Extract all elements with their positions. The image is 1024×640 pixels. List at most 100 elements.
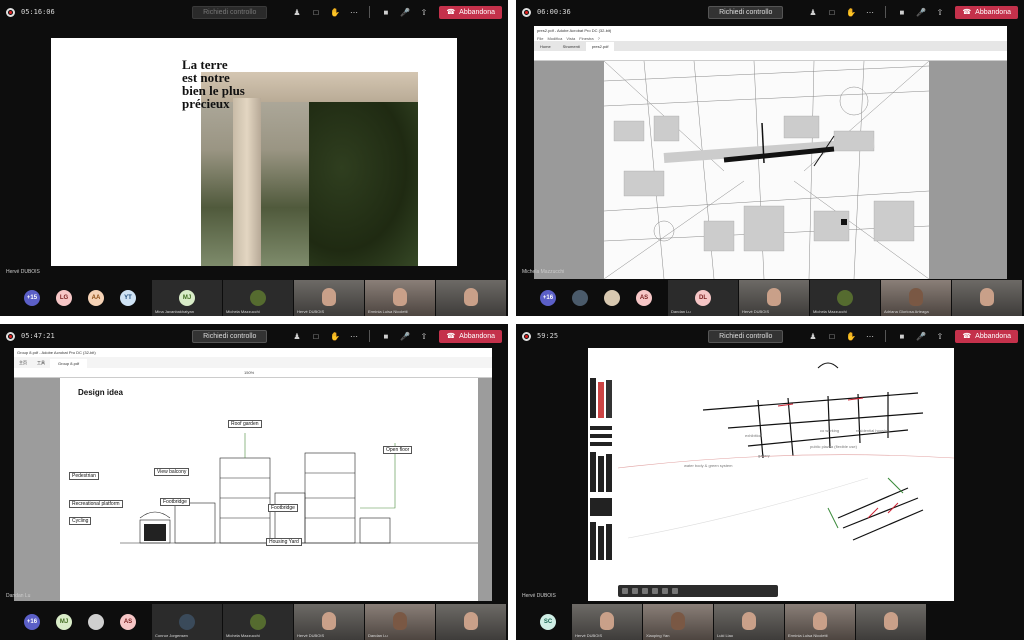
participant-photo-avatar[interactable] <box>604 290 620 306</box>
participant-avatar[interactable]: AS <box>120 614 136 630</box>
presenter-name: Dandan Lu <box>6 593 31 599</box>
raise-hand-icon[interactable]: ✋ <box>328 330 341 343</box>
camera-icon[interactable]: ■ <box>895 330 908 343</box>
request-control-button[interactable]: Richiedi controllo <box>708 329 784 343</box>
microphone-icon[interactable]: 🎤 <box>398 6 411 19</box>
microphone-icon[interactable]: 🎤 <box>398 330 411 343</box>
participant-avatar[interactable]: AS <box>636 290 652 306</box>
participant-photo-avatar[interactable] <box>88 614 104 630</box>
participant-video-tile[interactable] <box>436 604 506 640</box>
tab-home[interactable]: Home <box>534 42 557 51</box>
raise-hand-icon[interactable]: ✋ <box>328 6 341 19</box>
participant-tile[interactable]: Michela Mazzucchi <box>223 280 293 316</box>
microphone-icon[interactable]: 🎤 <box>914 330 927 343</box>
camera-icon[interactable]: ■ <box>379 6 392 19</box>
participant-tile[interactable]: MJ Mina Javanbakhatyan <box>152 280 222 316</box>
chat-icon[interactable]: □ <box>825 330 838 343</box>
participant-video-tile[interactable]: Dandan Lu <box>365 604 435 640</box>
acrobat-tabs: Home Strumenti pres2.pdf <box>534 41 1007 51</box>
participant-tile[interactable]: DL Dandan Lu <box>668 280 738 316</box>
tool-icon[interactable] <box>622 588 628 594</box>
more-participants-badge[interactable]: +16 <box>540 290 556 306</box>
participant-avatar[interactable]: MJ <box>56 614 72 630</box>
participant-video-tile[interactable] <box>436 280 506 316</box>
tool-icon[interactable] <box>662 588 668 594</box>
participant-video-tile[interactable]: Hervé DUBOIS <box>572 604 642 640</box>
tab-document[interactable]: Group 8.pdf <box>50 359 88 368</box>
menu-item[interactable]: Vista <box>566 36 575 41</box>
participant-video-tile[interactable]: Hervé DUBOIS <box>294 280 364 316</box>
more-options-icon[interactable]: ⋯ <box>863 6 876 19</box>
request-control-button[interactable]: Richiedi controllo <box>708 5 784 19</box>
participant-video-tile[interactable]: Xiaoping Yan <box>643 604 713 640</box>
chat-icon[interactable]: □ <box>825 6 838 19</box>
leave-button[interactable]: ☎ Abbandona <box>955 5 1018 19</box>
participant-video-tile[interactable]: Hervé DUBOIS <box>294 604 364 640</box>
meeting-timer: 05:16:06 <box>21 8 55 16</box>
participant-tile[interactable]: Connor Jorgensen <box>152 604 222 640</box>
more-options-icon[interactable]: ⋯ <box>347 330 360 343</box>
share-screen-icon[interactable]: ⇧ <box>417 6 430 19</box>
tab-tools[interactable]: 工具 <box>32 358 50 368</box>
phone-icon: ☎ <box>962 9 972 16</box>
more-participants-badge[interactable]: +15 <box>24 290 40 306</box>
camera-icon[interactable]: ■ <box>379 330 392 343</box>
participant-video-tile[interactable] <box>856 604 926 640</box>
participant-name: Hervé DUBOIS <box>297 633 325 638</box>
participant-video-tile[interactable]: Hervé DUBOIS <box>739 280 809 316</box>
participant-avatar[interactable]: LG <box>56 290 72 306</box>
participant-video-tile[interactable]: Erminia Luisa Nicoletti <box>785 604 855 640</box>
camera-icon[interactable]: ■ <box>895 6 908 19</box>
tab-tools[interactable]: Strumenti <box>557 42 586 51</box>
more-options-icon[interactable]: ⋯ <box>863 330 876 343</box>
tab-home[interactable]: 主页 <box>14 358 32 368</box>
menu-item[interactable]: Finestra <box>579 36 593 41</box>
participant-photo-avatar[interactable] <box>572 290 588 306</box>
participant-avatar[interactable]: AA <box>88 290 104 306</box>
tool-icon[interactable] <box>672 588 678 594</box>
menu-item[interactable]: ? <box>598 36 600 41</box>
tool-icon[interactable] <box>642 588 648 594</box>
microphone-icon[interactable]: 🎤 <box>914 6 927 19</box>
menu-item[interactable]: Modifica <box>547 36 562 41</box>
chat-icon[interactable]: □ <box>309 6 322 19</box>
participants-icon[interactable]: ♟ <box>806 6 819 19</box>
toolbar-divider <box>369 6 371 18</box>
raise-hand-icon[interactable]: ✋ <box>844 330 857 343</box>
participant-avatar[interactable]: YT <box>120 290 136 306</box>
menu-item[interactable]: File <box>537 36 543 41</box>
raise-hand-icon[interactable]: ✋ <box>844 6 857 19</box>
zoom-level[interactable]: 150% <box>244 370 254 375</box>
participant-tile[interactable]: Michela Mazzucchi <box>223 604 293 640</box>
participant-avatar[interactable]: SC <box>540 614 556 630</box>
chat-icon[interactable]: □ <box>309 330 322 343</box>
tool-icon[interactable] <box>652 588 658 594</box>
more-options-icon[interactable]: ⋯ <box>347 6 360 19</box>
participant-video-tile[interactable] <box>952 280 1022 316</box>
tab-document[interactable]: pres2.pdf <box>585 42 615 51</box>
leave-button[interactable]: ☎ Abbandona <box>955 329 1018 343</box>
participant-video-tile[interactable]: Luki Liao <box>714 604 784 640</box>
meeting-window-3: 05:47:21 Richiedi controllo ♟ □ ✋ ⋯ ■ 🎤 … <box>0 324 508 640</box>
share-screen-icon[interactable]: ⇧ <box>933 330 946 343</box>
participant-strip: +16 MJ AS Connor Jorgensen Michela Mazzu… <box>0 604 508 640</box>
note-water-body: water body & green system <box>684 463 733 468</box>
share-screen-icon[interactable]: ⇧ <box>933 6 946 19</box>
share-screen-icon[interactable]: ⇧ <box>417 330 430 343</box>
participants-icon[interactable]: ♟ <box>806 330 819 343</box>
participant-tile[interactable]: Michela Mazzucchi <box>810 280 880 316</box>
request-control-button[interactable]: Richiedi controllo <box>192 329 268 343</box>
meeting-timer: 05:47:21 <box>21 332 55 340</box>
participant-video-tile[interactable]: Adriana Gloriosa Arteaga <box>881 280 951 316</box>
participants-icon[interactable]: ♟ <box>290 330 303 343</box>
leave-button[interactable]: ☎ Abbandona <box>439 329 502 343</box>
leave-button[interactable]: ☎ Abbandona <box>439 5 502 19</box>
meeting-window-2: 06:00:36 Richiedi controllo ♟ □ ✋ ⋯ ■ 🎤 … <box>516 0 1024 316</box>
participant-video-tile[interactable]: Erminia Luisa Nicoletti <box>365 280 435 316</box>
participant-name: Michela Mazzucchi <box>226 633 260 638</box>
whiteboard-toolbar <box>618 585 778 597</box>
request-control-button[interactable]: Richiedi controllo <box>192 5 268 19</box>
more-participants-badge[interactable]: +16 <box>24 614 40 630</box>
tool-icon[interactable] <box>632 588 638 594</box>
participants-icon[interactable]: ♟ <box>290 6 303 19</box>
